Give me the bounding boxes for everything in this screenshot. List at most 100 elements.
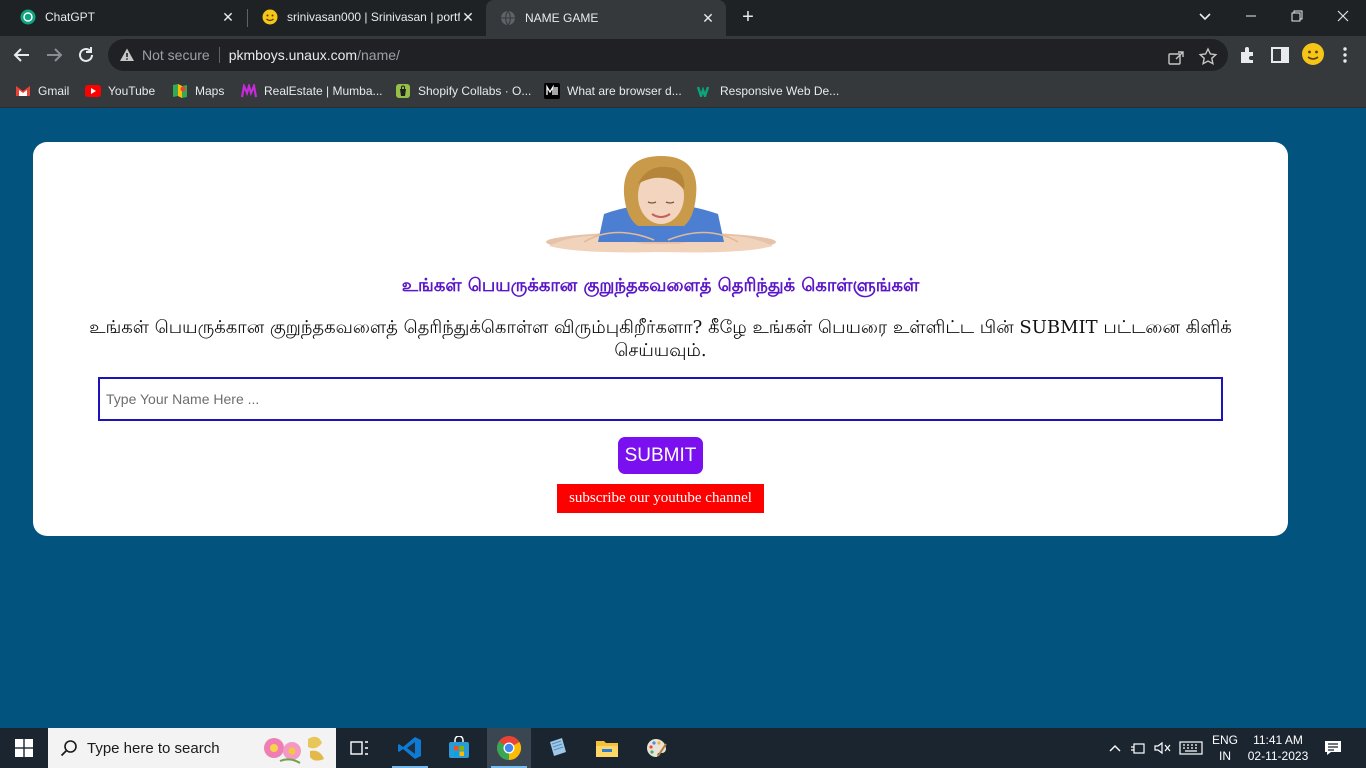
store-icon	[449, 736, 469, 758]
input-language-indicator[interactable]: ENG IN	[1208, 732, 1242, 764]
address-bar[interactable]: Not secure pkmboys.unaux.com/name/	[108, 39, 1228, 71]
taskbar-chrome[interactable]	[487, 728, 531, 768]
search-highlight-flowers-icon	[264, 736, 324, 764]
side-panel-icon[interactable]	[1269, 44, 1291, 66]
taskbar-store[interactable]	[437, 728, 481, 768]
windows-logo-icon	[15, 739, 33, 757]
taskbar-notes-app[interactable]	[536, 728, 580, 768]
taskbar-search-box[interactable]: Type here to search	[48, 728, 336, 768]
page-description: உங்கள் பெயருக்கான குறுந்தகவளைத் தெரிந்து…	[89, 317, 1232, 361]
star-icon[interactable]	[1198, 47, 1218, 67]
bookmark-label: RealEstate | Mumba...	[264, 84, 383, 98]
close-tab-icon[interactable]: ✕	[700, 10, 716, 26]
share-icon[interactable]	[1166, 47, 1186, 67]
warning-icon[interactable]	[119, 47, 135, 63]
extensions-icon[interactable]	[1237, 44, 1259, 66]
globe-icon	[500, 10, 516, 26]
name-input[interactable]	[98, 377, 1223, 421]
bookmark-gmail[interactable]: Gmail	[15, 82, 69, 100]
bookmark-label: Responsive Web De...	[720, 84, 840, 98]
start-button[interactable]	[0, 728, 48, 768]
close-tab-icon[interactable]: ✕	[460, 9, 476, 25]
profile-avatar[interactable]	[1301, 42, 1325, 66]
minimize-button[interactable]	[1228, 0, 1274, 32]
bookmark-medium[interactable]: What are browser d...	[544, 82, 682, 100]
close-tab-icon[interactable]: ✕	[220, 9, 236, 25]
chevron-up-icon	[1109, 745, 1121, 752]
name-game-card: உங்கள் பெயருக்கான குறுந்தகவளைத் தெரிந்து…	[33, 142, 1288, 536]
bookmark-youtube[interactable]: YouTube	[85, 82, 155, 100]
clock-time: 11:41 AM	[1253, 733, 1303, 747]
folder-icon	[596, 741, 618, 757]
tab-name-game[interactable]: NAME GAME ✕	[486, 0, 726, 36]
tab-title: NAME GAME	[525, 11, 599, 25]
taskbar-vscode[interactable]	[388, 728, 432, 768]
tab-title: ChatGPT	[45, 10, 96, 24]
tray-overflow-button[interactable]	[1104, 728, 1126, 768]
close-window-button[interactable]	[1320, 0, 1366, 32]
maps-icon	[172, 83, 188, 99]
security-label[interactable]: Not secure	[142, 47, 210, 63]
volume-muted-icon	[1154, 741, 1171, 755]
language-code: ENG	[1211, 733, 1238, 747]
subscribe-youtube-button[interactable]: subscribe our youtube channel	[557, 484, 764, 513]
bookmarks-bar: Gmail YouTube Maps RealEstate | Mumba...…	[0, 74, 1366, 108]
woman-illustration	[546, 156, 776, 253]
language-region: IN	[1219, 749, 1231, 763]
windows-taskbar: Type here to search ENG IN 11:41 AM 02-1…	[0, 728, 1366, 768]
bookmark-label: Maps	[195, 84, 225, 98]
page-heading: உங்கள் பெயருக்கான குறுந்தகவளைத் தெரிந்து…	[401, 275, 920, 296]
bookmark-realestate[interactable]: RealEstate | Mumba...	[241, 82, 383, 100]
task-view-button[interactable]	[338, 728, 382, 768]
shopify-icon	[395, 83, 411, 99]
browser-tab-strip: ChatGPT ✕ srinivasan000 | Srinivasan | p…	[0, 0, 1366, 36]
chrome-icon	[497, 736, 522, 760]
tab-title: srinivasan000 | Srinivasan | portf	[287, 10, 460, 24]
arrow-left-icon	[13, 48, 29, 62]
task-view-icon	[350, 741, 368, 755]
restore-button[interactable]	[1274, 0, 1320, 32]
keyboard-icon	[1179, 741, 1203, 755]
tab-search-button[interactable]	[1193, 4, 1217, 28]
minimize-icon	[1246, 15, 1256, 17]
tab-srinivasan[interactable]: srinivasan000 | Srinivasan | portf ✕	[248, 0, 486, 34]
address-divider	[218, 47, 220, 63]
taskbar-file-explorer[interactable]	[585, 728, 629, 768]
network-status-button[interactable]	[1128, 728, 1150, 768]
search-icon	[60, 740, 77, 757]
close-icon	[1337, 10, 1349, 22]
bookmark-label: What are browser d...	[567, 84, 682, 98]
arrow-right-icon	[47, 48, 63, 62]
touch-keyboard-button[interactable]	[1176, 728, 1206, 768]
url-host[interactable]: pkmboys.unaux.com	[229, 47, 357, 63]
back-button[interactable]	[8, 41, 36, 69]
tab-chatgpt[interactable]: ChatGPT ✕	[6, 0, 246, 34]
url-path[interactable]: /name/	[357, 47, 400, 63]
realestate-icon	[241, 83, 257, 99]
bookmark-label: Shopify Collabs · O...	[418, 84, 532, 98]
bookmark-shopify[interactable]: Shopify Collabs · O...	[395, 82, 531, 100]
youtube-icon	[85, 83, 101, 99]
reload-icon	[79, 47, 93, 62]
submit-button[interactable]: SUBMIT	[618, 437, 703, 474]
taskbar-paint[interactable]	[634, 728, 678, 768]
new-tab-button[interactable]: +	[737, 6, 759, 28]
notification-icon	[1325, 741, 1341, 755]
reload-button[interactable]	[72, 41, 100, 69]
gmail-icon	[15, 83, 31, 99]
kebab-menu-icon[interactable]	[1334, 44, 1356, 66]
taskbar-clock[interactable]: 11:41 AM 02-11-2023	[1244, 732, 1312, 764]
forward-button[interactable]	[40, 41, 68, 69]
medium-icon	[544, 83, 560, 99]
paint-palette-icon	[646, 739, 667, 757]
bookmark-label: YouTube	[108, 84, 156, 98]
taskbar-search-placeholder: Type here to search	[87, 739, 220, 757]
emoji-face-icon	[262, 9, 278, 25]
bookmark-maps[interactable]: Maps	[172, 82, 224, 100]
restore-icon	[1291, 10, 1303, 22]
bookmark-label: Gmail	[38, 84, 70, 98]
bookmark-webflow[interactable]: Responsive Web De...	[697, 82, 839, 100]
notifications-button[interactable]	[1318, 728, 1348, 768]
volume-button[interactable]	[1152, 728, 1174, 768]
vscode-icon	[398, 737, 421, 759]
